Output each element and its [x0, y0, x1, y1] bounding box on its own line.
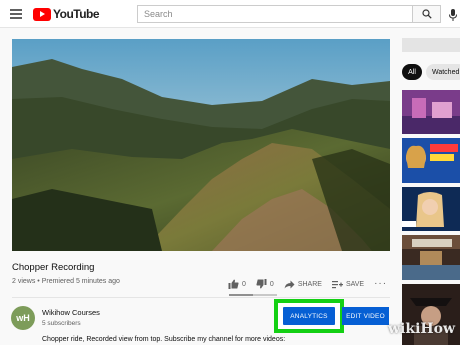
- chip-all[interactable]: All: [402, 64, 422, 80]
- like-ratio-fill: [229, 294, 253, 296]
- channel-name[interactable]: Wikihow Courses: [42, 308, 100, 317]
- channel-avatar[interactable]: wH: [11, 306, 35, 330]
- related-video-thumbnail[interactable]: [402, 187, 460, 231]
- video-title: Chopper Recording: [12, 262, 95, 273]
- like-button[interactable]: 0: [228, 279, 246, 289]
- dislike-count: 0: [269, 280, 274, 288]
- share-label: SHARE: [297, 280, 322, 288]
- playlist-add-icon: [331, 280, 343, 288]
- video-player[interactable]: [12, 39, 390, 251]
- like-count: 0: [242, 280, 246, 288]
- meta-separator: •: [37, 278, 40, 285]
- share-arrow-icon: [284, 280, 295, 288]
- share-button[interactable]: SHARE: [284, 280, 322, 289]
- video-actions: 0 0 SHARE SAVE ···: [228, 276, 387, 292]
- related-video-thumbnail[interactable]: [402, 138, 460, 183]
- chip-watched[interactable]: Watched: [426, 64, 460, 80]
- microphone-icon[interactable]: [447, 8, 459, 22]
- thumbs-down-icon: [256, 279, 267, 289]
- youtube-logo[interactable]: YouTube: [33, 7, 100, 21]
- video-meta: 2 views • Premiered 5 minutes ago: [12, 278, 120, 285]
- dislike-button[interactable]: 0: [256, 279, 274, 289]
- save-label: SAVE: [345, 280, 365, 288]
- hamburger-menu-icon[interactable]: [10, 9, 22, 19]
- related-video-thumbnail[interactable]: [402, 284, 460, 345]
- sidebar-banner: [402, 38, 460, 52]
- divider: [12, 297, 390, 298]
- top-bar: YouTube: [0, 0, 460, 28]
- logo-text: YouTube: [53, 7, 100, 21]
- related-video-thumbnail[interactable]: [402, 90, 460, 134]
- more-options-icon[interactable]: ···: [374, 279, 387, 289]
- like-dislike-ratio-bar: [229, 294, 277, 296]
- view-count: 2 views: [12, 278, 36, 285]
- subscriber-count: 5 subscribers: [42, 320, 81, 327]
- related-video-thumbnail[interactable]: [402, 235, 460, 280]
- search-icon: [421, 9, 432, 19]
- search-box[interactable]: [137, 5, 413, 23]
- search-input[interactable]: [138, 9, 412, 19]
- youtube-play-icon: [33, 7, 51, 21]
- search-button[interactable]: [413, 5, 441, 23]
- edit-video-button[interactable]: EDIT VIDEO: [342, 307, 389, 325]
- video-description: Chopper ride, Recorded view from top. Su…: [42, 336, 286, 343]
- thumbs-up-icon: [228, 279, 239, 289]
- save-button[interactable]: SAVE: [331, 280, 365, 289]
- analytics-highlight-box: ANALYTICS: [274, 299, 344, 333]
- premiere-time: Premiered 5 minutes ago: [41, 278, 120, 285]
- analytics-button[interactable]: ANALYTICS: [283, 307, 335, 325]
